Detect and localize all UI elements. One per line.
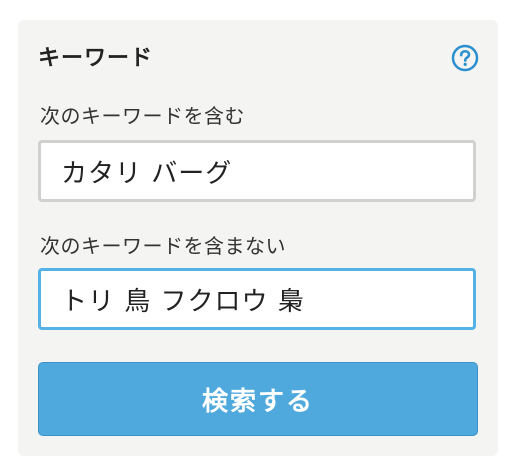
search-button[interactable]: 検索する [38, 362, 478, 436]
panel-title: キーワード [38, 46, 154, 71]
exclude-keywords-label: 次のキーワードを含まない [40, 234, 286, 258]
exclude-keywords-input[interactable] [38, 268, 476, 330]
include-keywords-label: 次のキーワードを含む [40, 104, 245, 128]
keyword-search-panel: キーワード 次のキーワードを含む 次のキーワードを含まない 検索する [18, 20, 498, 456]
question-circle-icon [451, 44, 479, 72]
include-keywords-input[interactable] [38, 140, 476, 202]
help-icon[interactable] [451, 44, 479, 72]
